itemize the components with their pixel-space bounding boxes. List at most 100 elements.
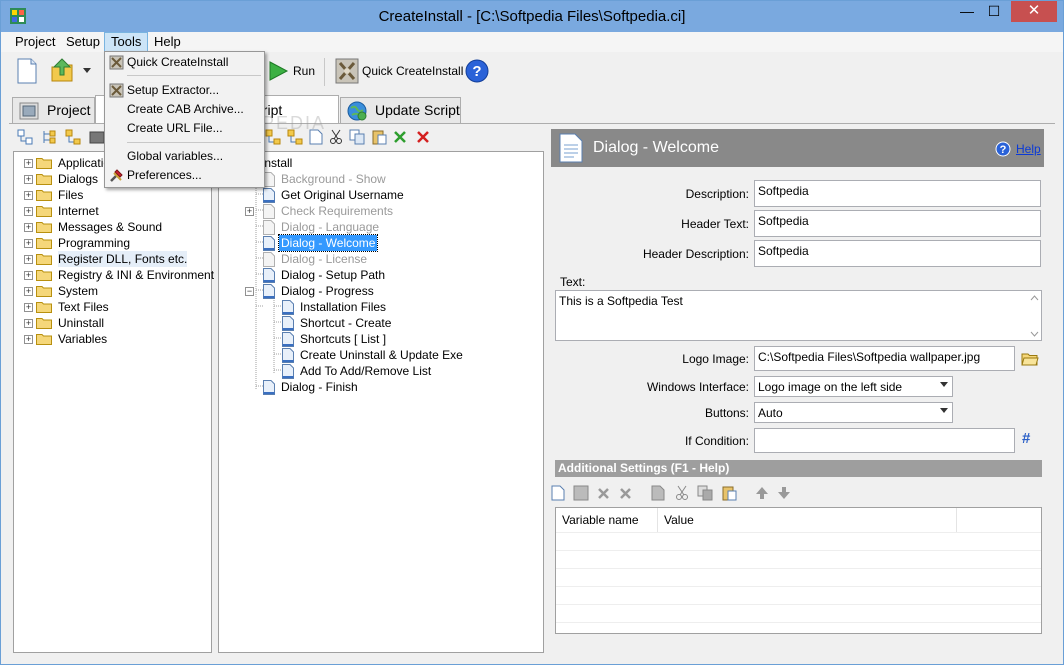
scroll-arrows-icon[interactable]	[1030, 294, 1039, 338]
tree-up-icon[interactable]	[41, 129, 57, 145]
expand-toggle[interactable]: +	[24, 239, 33, 248]
script-item-shortcut-create[interactable]: Shortcut - Create	[219, 315, 539, 331]
new-variable-icon[interactable]	[551, 485, 565, 501]
script-item-installation-files[interactable]: Installation Files	[219, 299, 539, 315]
tree-item-files[interactable]: + Files	[14, 187, 211, 203]
maximize-button[interactable]: ☐	[981, 1, 1007, 22]
tab-update-script[interactable]: Update Script	[340, 97, 461, 123]
script-item-dialog-license[interactable]: Dialog - License	[219, 251, 539, 267]
buttons-select[interactable]: Auto	[754, 402, 953, 423]
tree-down-icon[interactable]	[265, 129, 281, 145]
cut-icon[interactable]	[329, 129, 343, 145]
cut-icon[interactable]	[675, 485, 689, 501]
paste-icon[interactable]	[721, 485, 737, 501]
script-item-get-username[interactable]: Get Original Username	[219, 187, 539, 203]
image-icon[interactable]	[89, 129, 105, 145]
menu-item-create-url[interactable]: Create URL File...	[106, 119, 263, 138]
new-document-icon[interactable]	[16, 58, 38, 84]
script-item-dialog-welcome[interactable]: Dialog - Welcome	[219, 234, 539, 252]
tree-down-icon[interactable]	[65, 129, 81, 145]
script-item-dialog-setup-path[interactable]: Dialog - Setup Path	[219, 267, 539, 283]
tree-item-registry[interactable]: + Registry & INI & Environment	[14, 267, 214, 283]
minimize-button[interactable]: —	[953, 1, 981, 22]
menu-setup[interactable]: Setup	[60, 32, 106, 52]
tree-item-register-dll[interactable]: + Register DLL, Fonts etc.	[14, 251, 211, 267]
tree-item-variables[interactable]: + Variables	[14, 331, 211, 347]
text-area[interactable]: This is a Softpedia Test	[555, 290, 1042, 341]
paste-icon[interactable]	[371, 129, 387, 145]
tree-branch-icon[interactable]	[287, 129, 303, 145]
check-icon[interactable]	[393, 130, 407, 144]
menu-help[interactable]: Help	[148, 32, 187, 52]
dropdown-arrow-icon[interactable]	[83, 68, 91, 74]
copy-icon[interactable]	[697, 485, 713, 501]
delete-icon[interactable]	[416, 130, 430, 144]
run-label[interactable]: Run	[293, 64, 315, 78]
browse-folder-icon[interactable]	[1021, 351, 1039, 366]
expand-all-icon[interactable]	[17, 129, 33, 145]
edit-icon[interactable]	[573, 485, 589, 501]
expand-toggle[interactable]: +	[24, 175, 33, 184]
expand-toggle[interactable]: +	[24, 207, 33, 216]
expand-toggle[interactable]: +	[245, 207, 254, 216]
collapse-toggle[interactable]: −	[245, 287, 254, 296]
expand-toggle[interactable]: +	[24, 335, 33, 344]
move-down-icon[interactable]	[777, 486, 791, 500]
if-condition-field[interactable]	[754, 428, 1015, 453]
expand-toggle[interactable]: +	[24, 223, 33, 232]
document-icon[interactable]	[651, 485, 665, 501]
menu-item-quick-createinstall[interactable]: Quick CreateInstall	[106, 53, 263, 72]
expand-toggle[interactable]: +	[24, 303, 33, 312]
quick-createinstall-icon[interactable]	[334, 57, 360, 85]
title-bar[interactable]: CreateInstall - [C:\Softpedia Files\Soft…	[1, 1, 1063, 32]
help-circle-icon[interactable]: ?	[995, 141, 1011, 157]
delete-icon[interactable]	[597, 487, 610, 500]
run-icon[interactable]	[267, 60, 289, 82]
tree-item-messages-sound[interactable]: + Messages & Sound	[14, 219, 211, 235]
open-folder-icon[interactable]	[50, 57, 76, 85]
menu-item-create-cab[interactable]: Create CAB Archive...	[106, 100, 263, 119]
tree-item-system[interactable]: + System	[14, 283, 211, 299]
move-up-icon[interactable]	[755, 486, 769, 500]
menu-tools[interactable]: Tools	[104, 32, 149, 52]
expand-toggle[interactable]: +	[24, 287, 33, 296]
variable-hash-icon[interactable]: #	[1022, 430, 1030, 447]
expand-toggle[interactable]: +	[24, 271, 33, 280]
tree-item-internet[interactable]: + Internet	[14, 203, 211, 219]
quick-createinstall-label[interactable]: Quick CreateInstall	[362, 64, 463, 78]
help-icon[interactable]: ?	[465, 59, 489, 83]
script-root[interactable]: Install	[219, 155, 539, 171]
delete-all-icon[interactable]	[619, 487, 632, 500]
expand-toggle[interactable]: +	[24, 191, 33, 200]
script-item-dialog-language[interactable]: Dialog - Language	[219, 219, 539, 235]
windows-interface-select[interactable]: Logo image on the left side	[754, 376, 953, 397]
new-item-icon[interactable]	[309, 129, 323, 145]
menu-item-setup-extractor[interactable]: Setup Extractor...	[106, 81, 263, 100]
script-item-dialog-progress[interactable]: − Dialog - Progress	[219, 283, 539, 299]
menu-project[interactable]: Project	[9, 32, 61, 52]
script-item-add-remove-list[interactable]: Add To Add/Remove List	[219, 363, 539, 379]
header-description-field[interactable]: Softpedia	[754, 240, 1041, 267]
expand-toggle[interactable]: +	[24, 159, 33, 168]
menu-item-global-variables[interactable]: Global variables...	[106, 147, 263, 166]
script-item-shortcuts-list[interactable]: Shortcuts [ List ]	[219, 331, 539, 347]
description-field[interactable]: Softpedia	[754, 180, 1041, 207]
help-link[interactable]: Help	[1016, 142, 1041, 156]
tree-item-programming[interactable]: + Programming	[14, 235, 211, 251]
close-button[interactable]: ✕	[1011, 1, 1057, 22]
tree-item-uninstall[interactable]: + Uninstall	[14, 315, 211, 331]
script-item-dialog-finish[interactable]: Dialog - Finish	[219, 379, 539, 395]
expand-toggle[interactable]: +	[24, 319, 33, 328]
column-header-value[interactable]: Value	[658, 508, 957, 532]
script-item-check-requirements[interactable]: + Check Requirements	[219, 203, 539, 219]
expand-toggle[interactable]: +	[24, 255, 33, 264]
script-item-create-uninstall[interactable]: Create Uninstall & Update Exe	[219, 347, 539, 363]
copy-icon[interactable]	[349, 129, 365, 145]
logo-image-field[interactable]: C:\Softpedia Files\Softpedia wallpaper.j…	[754, 346, 1015, 371]
tree-item-text-files[interactable]: + Text Files	[14, 299, 211, 315]
menu-item-preferences[interactable]: Preferences...	[106, 166, 263, 185]
tab-project[interactable]: Project	[12, 97, 95, 123]
script-item-background-show[interactable]: Background - Show	[219, 171, 539, 187]
header-text-field[interactable]: Softpedia	[754, 210, 1041, 237]
column-header-variable-name[interactable]: Variable name	[556, 508, 658, 532]
